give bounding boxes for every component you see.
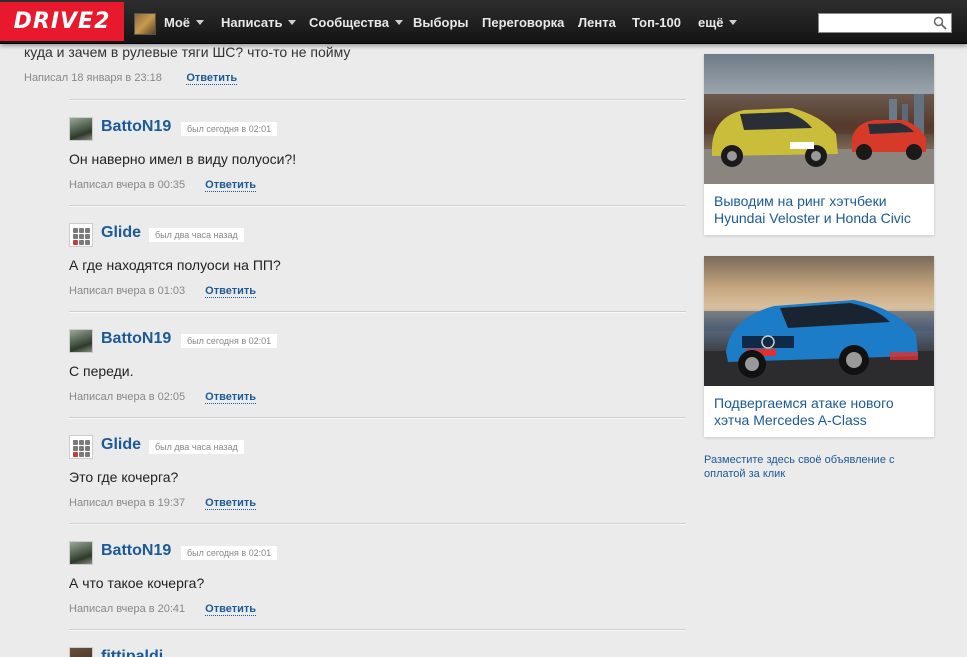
author-name[interactable]: BattoN19 [101,542,171,560]
comment-meta: Написал вчера в 00:35 Ответить [69,175,257,193]
place-ad-link[interactable]: Разместите здесь своё объявление с оплат… [704,453,924,481]
avatar[interactable] [69,329,93,353]
nav-item-label: Сообщества [309,15,389,30]
mercedes-photo-illustration [704,300,934,386]
comments-section: куда и зачем в рулевые тяги ШС? что-то н… [0,43,690,657]
user-avatar[interactable] [134,13,156,35]
promo-title[interactable]: Выводим на ринг хэтчбеки Hyundai Veloste… [704,184,934,235]
nav-item-label: Переговорка [482,15,565,30]
comment-item: BattoN19 был сегодня в 02:01 Он наверно … [69,117,679,207]
nav-item-feed[interactable]: Лента [578,0,616,43]
comment-date: Написал вчера в 01:03 [69,285,186,297]
chevron-down-icon [729,20,738,25]
comment-date: Написал вчера в 02:05 [69,391,186,403]
divider [69,99,686,101]
comment-date: Написал вчера в 20:41 [69,603,186,615]
reply-link[interactable]: Ответить [205,179,257,192]
comment-item: Glide был два часа назад А где находятся… [69,223,679,313]
author-name[interactable]: Glide [101,436,141,454]
comment-meta: Написал вчера в 02:05 Ответить [69,387,257,405]
last-seen-badge: был сегодня в 02:01 [181,546,278,560]
chevron-down-icon [196,20,204,25]
last-seen-badge: был два часа назад [149,228,244,242]
promo-title[interactable]: Подвергаемся атаке нового хэтча Mercedes… [704,386,934,437]
last-seen-badge: был сегодня в 02:01 [181,122,278,136]
comment-item: fittipaldi [69,647,679,657]
author-name[interactable]: BattoN19 [101,330,171,348]
drive2-logo[interactable]: DRIVE2 [0,2,124,41]
comment-date: Написал вчера в 00:35 [69,179,186,191]
comment-item: BattoN19 был сегодня в 02:01 С переди. Н… [69,329,679,419]
reply-link[interactable]: Ответить [205,285,257,298]
nav-item-communities[interactable]: Сообщества [309,0,403,43]
divider [69,417,686,419]
reply-link[interactable]: Ответить [205,391,257,404]
comment-item: Glide был два часа назад Это где кочерга… [69,435,679,525]
nav-item-moe[interactable]: Моё [164,0,204,43]
divider [69,523,686,525]
nav-item-label: Моё [164,15,190,30]
author-name[interactable]: Glide [101,224,141,242]
nav-item-label: Выборы [413,15,469,30]
avatar[interactable] [69,435,93,459]
nav-item-label: ещё [698,15,724,30]
promo-card[interactable]: Выводим на ринг хэтчбеки Hyundai Veloste… [704,54,934,235]
promo-card[interactable]: Подвергаемся атаке нового хэтча Mercedes… [704,256,934,437]
comment-text: С переди. [69,363,134,379]
reply-link[interactable]: Ответить [205,603,257,616]
author-name[interactable]: BattoN19 [101,118,171,136]
search-input[interactable] [823,15,935,33]
comment-meta: Написал вчера в 01:03 Ответить [69,281,257,299]
search-box [818,13,952,33]
avatar[interactable] [69,647,93,657]
divider [69,629,686,631]
nav-item-label: Лента [578,15,616,30]
nav-item-more[interactable]: ещё [698,0,738,43]
last-seen-badge: был два часа назад [149,440,244,454]
chevron-down-icon [394,20,403,25]
avatar[interactable] [69,223,93,247]
promo-image[interactable] [704,54,934,184]
divider [69,205,686,207]
reply-link[interactable]: Ответить [205,497,257,510]
promo-image[interactable] [704,256,934,386]
nav-item-label: Написать [221,15,283,30]
reply-link[interactable]: Ответить [186,72,238,85]
search-icon[interactable] [933,16,947,30]
divider [69,311,686,313]
author-name[interactable]: fittipaldi [101,648,163,657]
top-navigation-bar: DRIVE2 Моё Написать Сообщества Выборы Пе… [0,0,967,44]
nav-item-pereg[interactable]: Переговорка [482,0,564,43]
cars-photo-illustration [704,94,934,184]
comment-date: Написал 18 января в 23:18 [24,72,162,84]
comment-meta: Написал вчера в 20:41 Ответить [69,599,257,617]
comment-text: Он наверно имел в виду полуоси?! [69,151,297,167]
comment-item: BattoN19 был сегодня в 02:01 А что такое… [69,541,679,631]
comment-text: А что такое кочерга? [69,575,205,591]
comment-text: Это где кочерга? [69,469,179,485]
comment-date: Написал вчера в 19:37 [69,497,186,509]
nav-item-write[interactable]: Написать [221,0,297,43]
avatar[interactable] [69,117,93,141]
chevron-down-icon [288,20,297,25]
comment-meta: Написал 18 января в 23:18 Ответить [24,68,238,86]
avatar[interactable] [69,541,93,565]
comment-text: куда и зачем в рулевые тяги ШС? что-то н… [24,44,351,60]
comment-meta: Написал вчера в 19:37 Ответить [69,493,257,511]
nav-item-elections[interactable]: Выборы [413,0,469,43]
nav-item-label: Топ-100 [632,15,681,30]
last-seen-badge: был сегодня в 02:01 [181,334,278,348]
nav-item-top100[interactable]: Топ-100 [632,0,681,43]
comment-text: А где находятся полуоси на ПП? [69,257,281,273]
